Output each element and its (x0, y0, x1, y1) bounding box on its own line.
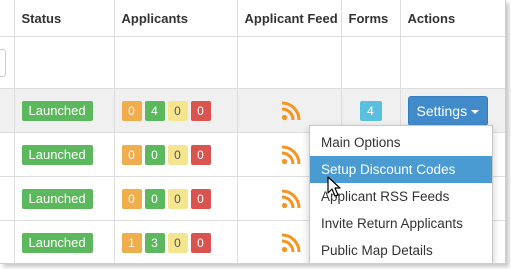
rss-icon[interactable] (281, 145, 301, 165)
applicant-count-new[interactable]: 0 (121, 188, 142, 209)
settings-button-label: Settings (416, 102, 468, 119)
applicant-count-rejected[interactable]: 0 (190, 100, 211, 121)
applicant-count-rejected[interactable]: 0 (190, 144, 211, 165)
row-edge (0, 88, 15, 133)
applicant-count-hold[interactable]: 0 (167, 232, 188, 253)
filter-cell (400, 36, 505, 89)
caret-down-icon (471, 109, 480, 114)
column-header-status[interactable]: Status (14, 0, 115, 37)
applicants-cell: 0 4 0 0 (114, 88, 238, 133)
applicants-cell: 0 0 0 0 (114, 132, 238, 177)
column-header-blank (0, 0, 15, 37)
applicant-count-hold[interactable]: 0 (167, 188, 188, 209)
applicant-count-hold[interactable]: 0 (167, 144, 188, 165)
status-cell: Launched (14, 132, 115, 177)
filter-cell (114, 36, 238, 89)
mouse-pointer-icon (327, 176, 341, 197)
column-header-forms[interactable]: Forms (341, 0, 401, 37)
applicant-count-rejected[interactable]: 0 (190, 232, 211, 253)
applicant-count-rejected[interactable]: 0 (190, 188, 211, 209)
settings-dropdown-button[interactable]: Settings (407, 95, 489, 126)
applicant-count-hold[interactable]: 0 (167, 100, 188, 121)
applicant-count-reviewed[interactable]: 0 (144, 188, 165, 209)
row-edge (0, 176, 15, 221)
status-cell: Launched (14, 176, 115, 221)
rss-icon[interactable] (281, 189, 301, 209)
filter-cell (341, 36, 401, 89)
row-edge (0, 132, 15, 177)
filter-cell (14, 36, 115, 89)
column-header-actions: Actions (400, 0, 505, 37)
applicants-cell: 0 0 0 0 (114, 176, 238, 221)
status-badge: Launched (21, 100, 93, 121)
filter-row (0, 36, 505, 89)
status-cell: Launched (14, 88, 115, 133)
row-edge (0, 220, 15, 263)
column-header-applicants[interactable]: Applicants (114, 0, 238, 37)
applicant-count-reviewed[interactable]: 4 (144, 100, 165, 121)
filter-cell (0, 36, 15, 89)
applicant-count-reviewed[interactable]: 3 (144, 232, 165, 253)
status-badge: Launched (21, 188, 93, 209)
column-header-feed[interactable]: Applicant Feed (237, 0, 342, 37)
applications-table-panel: Status Applicants Applicant Feed Forms A… (0, 0, 506, 264)
applicant-count-new[interactable]: 1 (121, 232, 142, 253)
status-badge: Launched (21, 232, 93, 253)
filter-cell (237, 36, 342, 89)
menu-item-main-options[interactable]: Main Options (310, 129, 492, 156)
menu-item-invite-return-applicants[interactable]: Invite Return Applicants (310, 210, 492, 237)
table-header-row: Status Applicants Applicant Feed Forms A… (0, 0, 505, 37)
filter-input[interactable] (0, 48, 6, 77)
rss-icon[interactable] (281, 101, 301, 121)
menu-item-public-map-details[interactable]: Public Map Details (310, 237, 492, 263)
applicant-count-reviewed[interactable]: 0 (144, 144, 165, 165)
applicant-count-new[interactable]: 0 (121, 144, 142, 165)
applicants-cell: 1 3 0 0 (114, 220, 238, 263)
forms-count-badge[interactable]: 4 (359, 100, 382, 121)
status-badge: Launched (21, 144, 93, 165)
applicant-count-new[interactable]: 0 (121, 100, 142, 121)
status-cell: Launched (14, 220, 115, 263)
rss-icon[interactable] (281, 233, 301, 253)
